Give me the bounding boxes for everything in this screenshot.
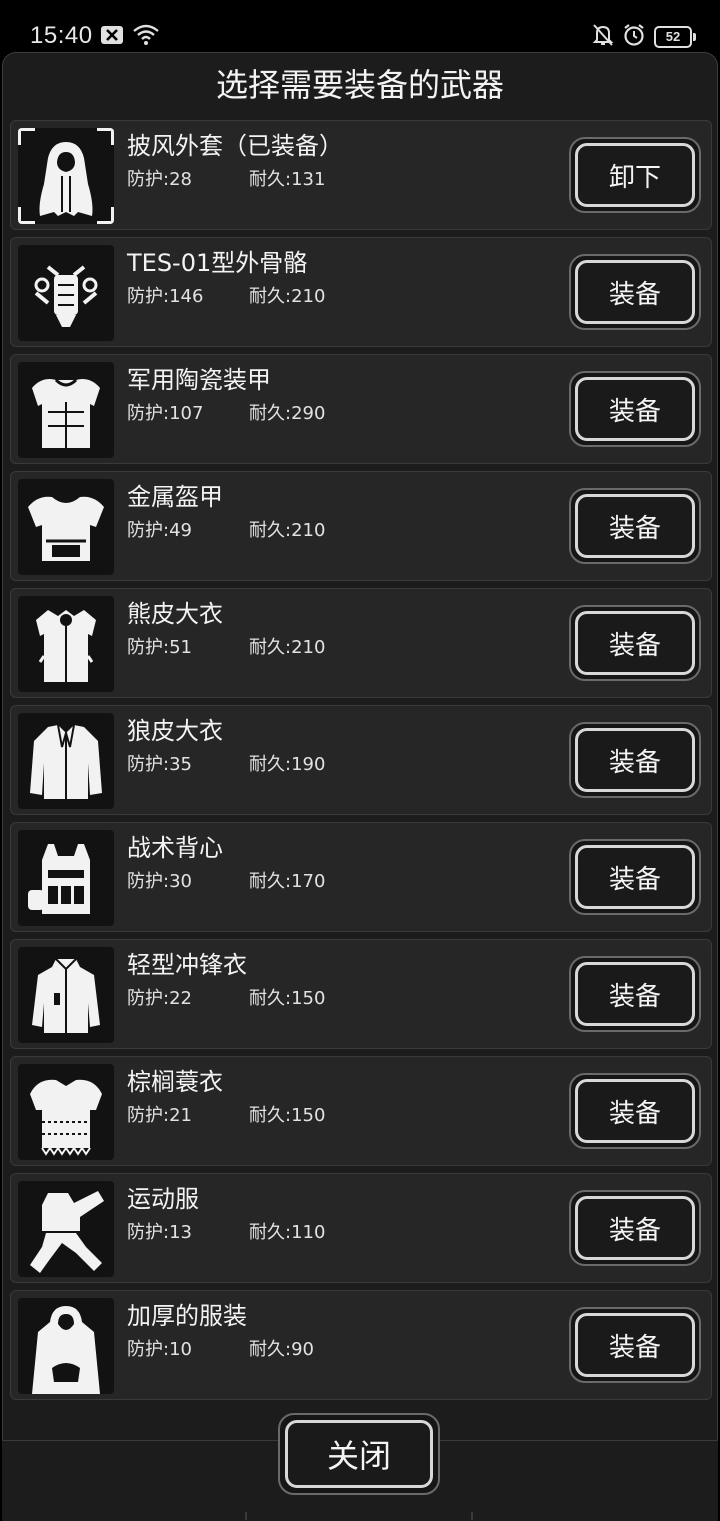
equipment-row-palm-raincoat: 棕榈蓑衣 防护:21 耐久:150 装备: [10, 1056, 712, 1166]
equip-button[interactable]: 装备: [569, 605, 701, 681]
item-name: 战术背心: [127, 834, 223, 862]
equip-button[interactable]: 装备: [569, 839, 701, 915]
item-defense: 防护:28: [127, 169, 192, 190]
status-time: 15:40: [30, 22, 93, 49]
close-box-icon: [100, 25, 124, 49]
equipment-list[interactable]: 披风外套（已装备） 防护:28 耐久:131 卸下 TES-01型外骨骼 防护:…: [10, 120, 714, 1437]
equip-button[interactable]: 装备: [569, 1073, 701, 1149]
equipment-row-bear-coat: 熊皮大衣 防护:51 耐久:210 装备: [10, 588, 712, 698]
item-durability: 耐久:90: [249, 1339, 314, 1360]
close-button[interactable]: 关闭: [278, 1413, 440, 1495]
item-durability: 耐久:170: [249, 871, 326, 892]
item-defense: 防护:107: [127, 403, 204, 424]
equip-button[interactable]: 装备: [569, 488, 701, 564]
cloak-icon: [18, 128, 114, 224]
item-durability: 耐久:210: [249, 286, 326, 307]
bear-fur-coat-icon: [18, 596, 114, 692]
close-button-label: 关闭: [285, 1420, 433, 1488]
ceramic-armor-icon: [18, 362, 114, 458]
item-durability: 耐久:190: [249, 754, 326, 775]
equip-button[interactable]: 装备: [569, 1190, 701, 1266]
item-durability: 耐久:210: [249, 520, 326, 541]
button-label: 装备: [575, 728, 695, 792]
item-defense: 防护:35: [127, 754, 192, 775]
hoodie-icon: [18, 1298, 114, 1394]
equipment-row-ceramic-armor: 军用陶瓷装甲 防护:107 耐久:290 装备: [10, 354, 712, 464]
item-durability: 耐久:150: [249, 1105, 326, 1126]
exoskeleton-icon: [18, 245, 114, 341]
item-durability: 耐久:290: [249, 403, 326, 424]
item-name: 披风外套（已装备）: [127, 132, 343, 160]
button-label: 装备: [575, 1313, 695, 1377]
equipment-dialog: 选择需要装备的武器 披风外套（已装备） 防护:28 耐久:131 卸下 TES-…: [2, 52, 718, 1521]
item-name: 熊皮大衣: [127, 600, 223, 628]
item-name: TES-01型外骨骼: [127, 249, 308, 277]
item-durability: 耐久:131: [249, 169, 326, 190]
equip-button[interactable]: 装备: [569, 371, 701, 447]
bottom-divider: [245, 1512, 473, 1520]
dialog-title: 选择需要装备的武器: [215, 66, 504, 104]
item-name: 狼皮大衣: [127, 717, 223, 745]
equip-button[interactable]: 装备: [569, 722, 701, 798]
equip-button[interactable]: 装备: [569, 254, 701, 330]
item-defense: 防护:22: [127, 988, 192, 1009]
item-name: 加厚的服装: [127, 1302, 247, 1330]
button-label: 装备: [575, 1196, 695, 1260]
item-name: 轻型冲锋衣: [127, 951, 247, 979]
battery-icon: 52: [654, 26, 696, 48]
item-defense: 防护:51: [127, 637, 192, 658]
item-defense: 防护:21: [127, 1105, 192, 1126]
item-defense: 防护:30: [127, 871, 192, 892]
item-durability: 耐久:210: [249, 637, 326, 658]
button-label: 装备: [575, 611, 695, 675]
light-jacket-icon: [18, 947, 114, 1043]
button-label: 装备: [575, 845, 695, 909]
button-label: 卸下: [575, 143, 695, 207]
equipment-row-light-jacket: 轻型冲锋衣 防护:22 耐久:150 装备: [10, 939, 712, 1049]
equip-button[interactable]: 装备: [569, 956, 701, 1032]
metal-armor-icon: [18, 479, 114, 575]
equipment-row-tactical-vest: 战术背心 防护:30 耐久:170 装备: [10, 822, 712, 932]
alarm-icon: [622, 23, 646, 51]
equipment-row-hoodie: 加厚的服装 防护:10 耐久:90 装备: [10, 1290, 712, 1400]
button-label: 装备: [575, 494, 695, 558]
equipment-row-exoskeleton: TES-01型外骨骼 防护:146 耐久:210 装备: [10, 237, 712, 347]
tactical-vest-icon: [18, 830, 114, 926]
equipment-row-wolf-coat: 狼皮大衣 防护:35 耐久:190 装备: [10, 705, 712, 815]
item-defense: 防护:13: [127, 1222, 192, 1243]
status-right-icons: 52: [592, 23, 696, 51]
status-bar: 15:40 52: [0, 0, 720, 52]
wifi-icon: [132, 24, 160, 50]
item-defense: 防护:49: [127, 520, 192, 541]
equip-button[interactable]: 装备: [569, 1307, 701, 1383]
item-name: 军用陶瓷装甲: [127, 366, 271, 394]
wolf-fur-coat-icon: [18, 713, 114, 809]
item-name: 运动服: [127, 1185, 199, 1213]
equipment-row-cloak: 披风外套（已装备） 防护:28 耐久:131 卸下: [10, 120, 712, 230]
status-left-icons: [100, 24, 160, 50]
button-label: 装备: [575, 1079, 695, 1143]
item-defense: 防护:10: [127, 1339, 192, 1360]
item-name: 棕榈蓑衣: [127, 1068, 223, 1096]
equipment-row-tracksuit: 运动服 防护:13 耐久:110 装备: [10, 1173, 712, 1283]
item-name: 金属盔甲: [127, 483, 223, 511]
unequip-button[interactable]: 卸下: [569, 137, 701, 213]
item-durability: 耐久:150: [249, 988, 326, 1009]
equipment-row-metal-armor: 金属盔甲 防护:49 耐久:210 装备: [10, 471, 712, 581]
bell-off-icon: [592, 23, 614, 51]
button-label: 装备: [575, 377, 695, 441]
item-durability: 耐久:110: [249, 1222, 326, 1243]
item-defense: 防护:146: [127, 286, 204, 307]
palm-raincoat-icon: [18, 1064, 114, 1160]
button-label: 装备: [575, 260, 695, 324]
button-label: 装备: [575, 962, 695, 1026]
tracksuit-icon: [18, 1181, 114, 1277]
